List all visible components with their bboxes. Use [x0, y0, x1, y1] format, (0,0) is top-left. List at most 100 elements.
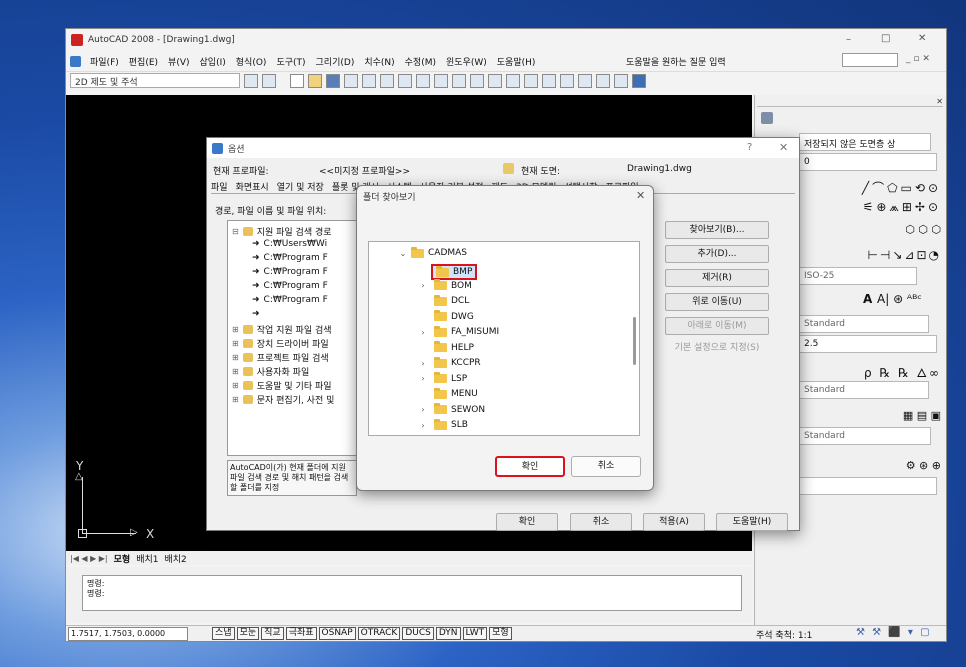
status-toggle[interactable]: 스냅 — [212, 627, 235, 640]
tree-item[interactable]: ➜ C:₩Program F — [252, 267, 328, 277]
tree-item[interactable]: ⊞ 작업 지원 파일 검색 — [232, 323, 332, 336]
status-toggle[interactable]: 극좌표 — [285, 627, 317, 640]
tab-layout1[interactable]: 배치1 — [136, 552, 158, 565]
mleader-style-combo[interactable]: Standard — [799, 381, 929, 399]
plot-icon[interactable] — [344, 73, 358, 88]
selected-folder[interactable]: BMP — [431, 264, 478, 280]
tool-palettes-icon[interactable] — [560, 73, 574, 88]
tree-item[interactable]: ⊞ 문자 편집기, 사전 및 — [232, 393, 334, 406]
chevron-right-icon[interactable]: › — [419, 328, 427, 337]
quickcalc-icon[interactable] — [614, 73, 628, 88]
publish-icon[interactable] — [380, 73, 394, 88]
folder-tree[interactable]: ⌄ CADMAS BMP › BOM DCL DWG › FA_MISUMI HELP › KCCPR… — [368, 241, 640, 436]
text-height-combo[interactable]: 2.5 — [799, 335, 937, 353]
tree-item[interactable]: ➜ C:₩Users₩Wi — [252, 239, 327, 249]
folder-item[interactable]: BMP — [419, 264, 478, 280]
chevron-right-icon[interactable]: › — [419, 421, 427, 430]
folder-wrap[interactable]: FA_MISUMI — [431, 325, 502, 338]
match-properties-icon[interactable] — [434, 73, 448, 88]
dim-style-combo[interactable]: ISO-25 — [799, 267, 917, 285]
zoom-icon[interactable] — [506, 73, 520, 88]
markup-icon[interactable] — [596, 73, 610, 88]
expand-icon[interactable]: ⊞ — [232, 353, 239, 362]
status-toggle[interactable]: OSNAP — [318, 627, 356, 640]
folder-wrap[interactable]: LSP — [431, 372, 470, 385]
help-icon[interactable] — [632, 73, 646, 88]
folder-item[interactable]: › SLB — [419, 418, 471, 431]
menu-item[interactable]: 편집(E) — [124, 55, 163, 68]
folder-item[interactable]: › BOM — [419, 279, 475, 292]
status-toggle[interactable]: 모형 — [489, 627, 512, 640]
table-style-combo[interactable]: Standard — [799, 427, 931, 445]
tree-item[interactable]: ⊞ 도움말 및 기타 파일 — [232, 379, 332, 392]
dimension-icon[interactable]: ⊢⊣↘⊿⊡◔ — [867, 248, 941, 262]
browse-close-button[interactable]: ✕ — [636, 189, 645, 202]
options-help-button[interactable]: ? — [747, 142, 752, 153]
design-center-icon[interactable] — [542, 73, 556, 88]
tree-item[interactable]: ⊞ 프로젝트 파일 검색 — [232, 351, 329, 364]
folder-tree-scrollbar[interactable] — [633, 317, 636, 365]
remove-button[interactable]: 제거(R) — [665, 269, 769, 287]
leader-icon[interactable]: ρ ℞ ℞ 🜂∞ — [864, 359, 941, 384]
menu-item[interactable]: 수정(M) — [400, 55, 441, 68]
text-tools-icon[interactable]: A| ⊛ ᴬᴮᶜ — [877, 292, 922, 306]
pan-icon[interactable] — [488, 73, 502, 88]
workspace-settings-icon[interactable] — [244, 73, 258, 88]
folder-item[interactable]: › SEWON — [419, 403, 488, 416]
menu-item[interactable]: 도움말(H) — [492, 55, 541, 68]
tab-layout2[interactable]: 배치2 — [165, 552, 187, 565]
open-icon[interactable] — [308, 73, 322, 88]
chevron-right-icon[interactable]: › — [419, 374, 427, 383]
folder-wrap[interactable]: KCCPR — [431, 356, 484, 369]
expand-icon[interactable]: ⊞ — [232, 395, 239, 404]
new-icon[interactable] — [290, 73, 304, 88]
tree-item[interactable]: ➜ C:₩Program F — [252, 253, 328, 263]
status-toggle[interactable]: 직교 — [261, 627, 284, 640]
redo-icon[interactable] — [470, 73, 484, 88]
doc-window-controls[interactable]: _ ▫ ✕ — [906, 54, 930, 64]
command-history[interactable]: 명령: 명령: — [82, 575, 742, 611]
status-toggle[interactable]: 모눈 — [236, 627, 260, 640]
menu-item[interactable]: 파일(F) — [85, 55, 124, 68]
info-search-box[interactable] — [842, 53, 898, 67]
status-toggle[interactable]: DUCS — [402, 627, 434, 640]
text-style-combo[interactable]: Standard — [799, 315, 929, 333]
minimize-button[interactable]: – — [846, 34, 851, 45]
view-tools-icon[interactable]: ⚙ ⊛ ⊕ — [906, 459, 941, 472]
undo-icon[interactable] — [452, 73, 466, 88]
chevron-right-icon[interactable]: › — [419, 281, 427, 290]
plot-preview-icon[interactable] — [362, 73, 376, 88]
folder-wrap[interactable]: DWG — [431, 310, 477, 323]
expand-icon[interactable]: ⊞ — [232, 339, 239, 348]
layer-combo[interactable]: 저장되지 않은 도면층 상 — [799, 133, 931, 151]
tree-item[interactable]: ➜ — [252, 309, 264, 319]
annotation-scale[interactable]: 주석 축척: 1:1 — [756, 628, 812, 641]
chevron-down-icon[interactable]: ⌄ — [399, 249, 407, 258]
options-tab[interactable]: 파일 — [211, 180, 228, 193]
move-down-button[interactable]: 아래로 이동(M) — [665, 317, 769, 335]
maximize-button[interactable]: □ — [881, 33, 890, 44]
folder-wrap[interactable]: SEWON — [431, 403, 488, 416]
sheet-set-icon[interactable] — [578, 73, 592, 88]
tree-item[interactable]: ⊟ 지원 파일 검색 경로 — [232, 225, 332, 238]
expand-icon[interactable]: ⊞ — [232, 367, 239, 376]
menu-item[interactable]: 형식(O) — [231, 55, 272, 68]
dim-tools-icon[interactable]: ⬡ ⬡ ⬡ — [905, 223, 941, 236]
view-combo[interactable] — [799, 477, 937, 495]
options-close-button[interactable]: ✕ — [779, 141, 788, 154]
status-toggle[interactable]: DYN — [435, 627, 461, 640]
tree-item[interactable]: ⊞ 장치 드라이버 파일 — [232, 337, 329, 350]
menu-item[interactable]: 도구(T) — [271, 55, 310, 68]
move-up-button[interactable]: 위로 이동(U) — [665, 293, 769, 311]
options-apply-button[interactable]: 적용(A) — [643, 513, 705, 531]
menu-item[interactable]: 그리기(D) — [311, 55, 360, 68]
options-tab[interactable]: 화면표시 — [236, 180, 269, 193]
chevron-right-icon[interactable]: › — [419, 359, 427, 368]
folder-item[interactable]: HELP — [419, 341, 477, 354]
folder-item[interactable]: › KCCPR — [419, 356, 484, 369]
modify-tools-icon[interactable]: ⚟⊕⩕⊞✢⊙ — [863, 200, 941, 215]
cut-icon[interactable] — [416, 73, 430, 88]
options-ok-button[interactable]: 확인 — [496, 513, 558, 531]
tray-icons[interactable]: ⚒ ⚒ ⬛ ▾ ▢ — [856, 627, 932, 638]
options-help-btn[interactable]: 도움말(H) — [716, 513, 788, 531]
